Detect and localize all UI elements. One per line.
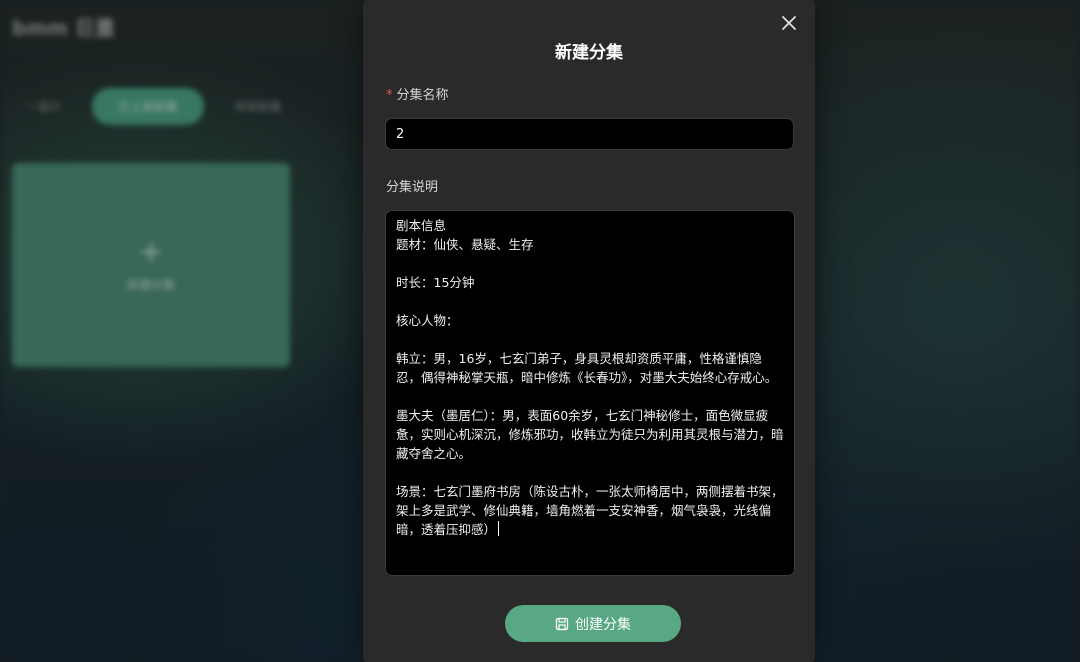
create-episode-button[interactable]: 创建分集: [505, 605, 681, 642]
new-episode-modal: 新建分集 *分集名称 分集说明 剧本信息 题材：仙侠、悬疑、生存 时长：15分钟…: [363, 0, 815, 662]
episode-name-label: * 分集名称: [386, 84, 449, 103]
episode-name-label-text: 分集名称: [396, 88, 449, 103]
close-button[interactable]: [779, 13, 799, 33]
episode-desc-label: 分集说明: [386, 180, 439, 195]
close-icon: [782, 16, 796, 30]
save-icon: [555, 617, 569, 630]
text-caret: [498, 521, 500, 536]
episode-name-input[interactable]: [385, 118, 794, 150]
modal-title: 新建分集: [555, 43, 623, 63]
episode-desc-text: 剧本信息 题材：仙侠、悬疑、生存 时长：15分钟 核心人物： 韩立：男，16岁，…: [396, 218, 784, 537]
create-episode-label: 创建分集: [575, 616, 631, 633]
episode-desc-textarea[interactable]: 剧本信息 题材：仙侠、悬疑、生存 时长：15分钟 核心人物： 韩立：男，16岁，…: [385, 210, 795, 576]
required-mark: *: [386, 88, 393, 103]
